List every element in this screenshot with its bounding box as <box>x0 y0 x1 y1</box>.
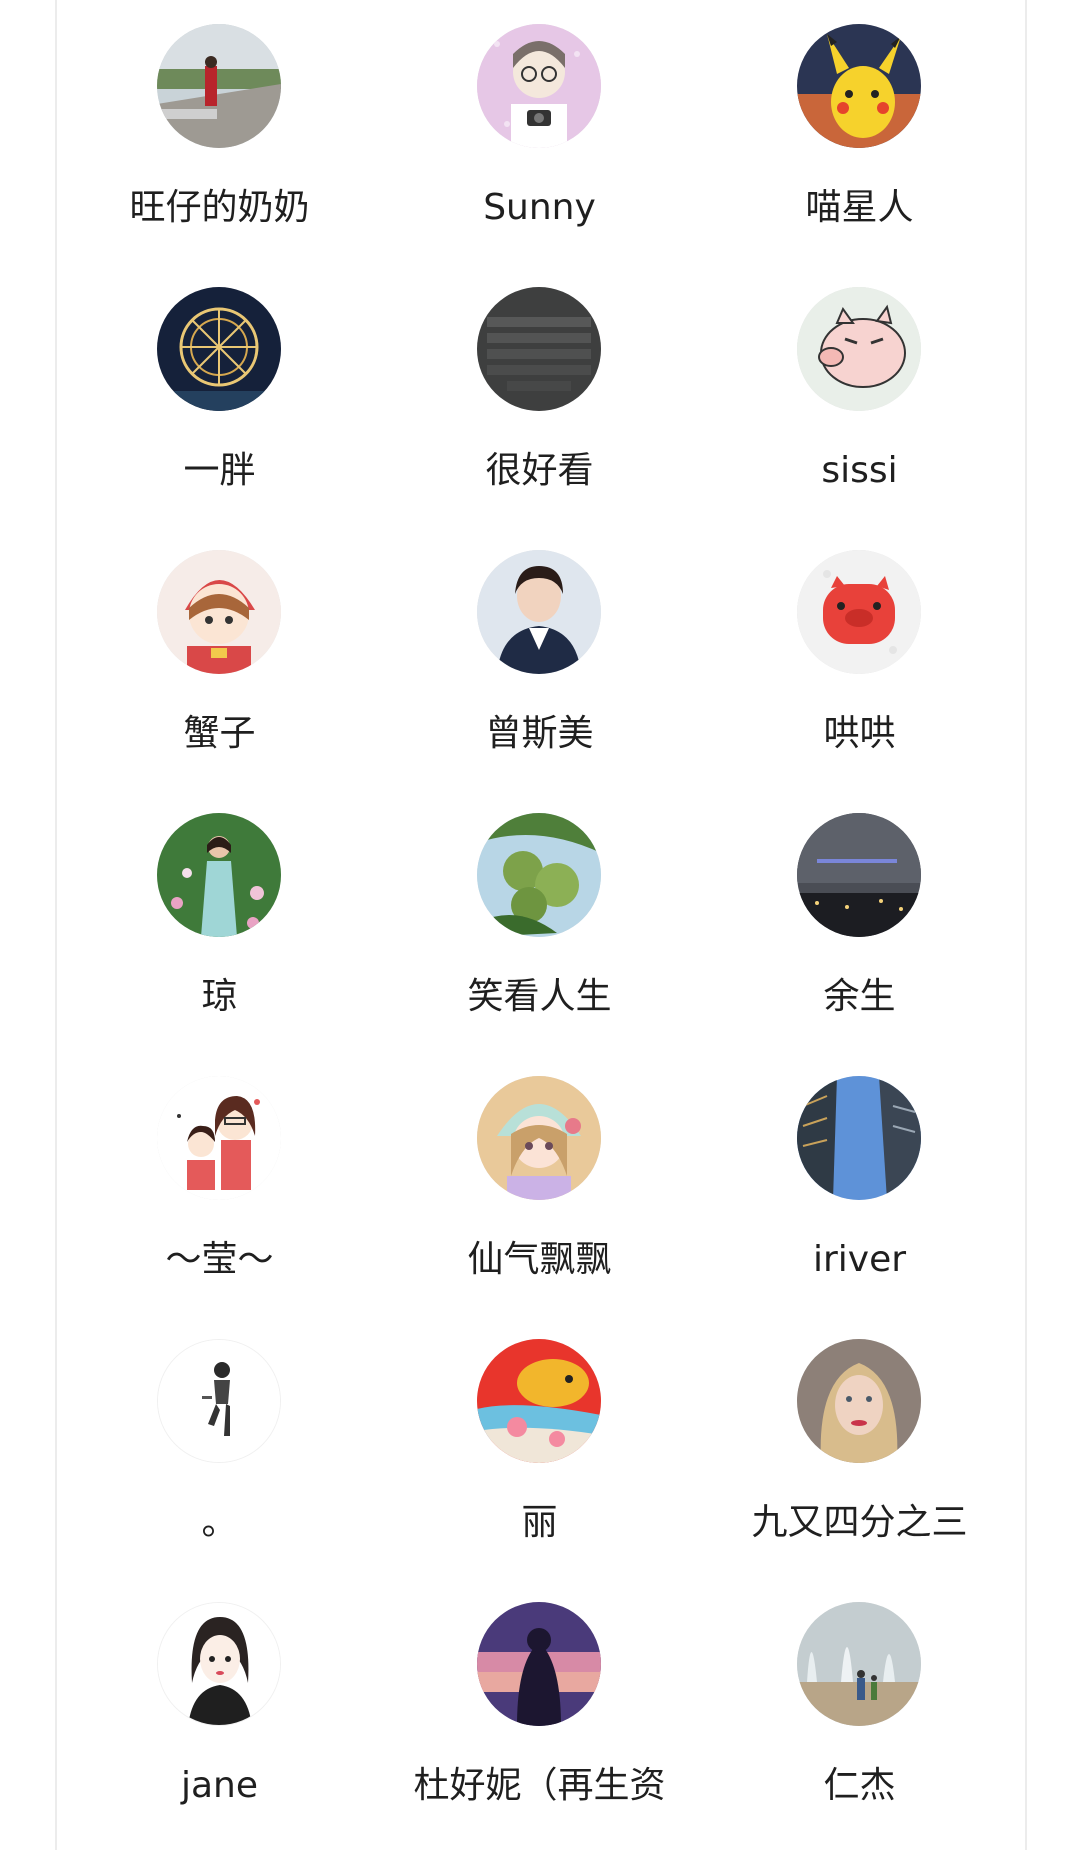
member-item[interactable]: 仙气飘飘 <box>378 1052 701 1315</box>
member-item[interactable]: 曾斯美 <box>378 526 701 789</box>
member-name: ～莹～ <box>165 1239 274 1280</box>
cartoon-girl-red-hat-avatar <box>157 550 281 674</box>
green-fruits-avatar <box>477 813 601 937</box>
member-item[interactable]: 很好看 <box>378 263 701 526</box>
member-item[interactable]: 。 <box>58 1315 381 1578</box>
light-sculpture-sphere-avatar <box>157 287 281 411</box>
member-item[interactable]: 哄哄 <box>698 526 1021 789</box>
member-item[interactable]: iriver <box>698 1052 1021 1315</box>
member-name: 一胖 <box>183 450 256 491</box>
member-name: jane <box>180 1765 259 1806</box>
member-name: 丽 <box>521 1502 558 1543</box>
woman-lakeside-photo-avatar <box>157 24 281 148</box>
member-name: 喵星人 <box>805 187 914 228</box>
woman-in-flower-field-avatar <box>157 813 281 937</box>
member-name: sissi <box>821 450 898 491</box>
member-item[interactable]: sissi <box>698 263 1021 526</box>
member-item[interactable]: 旺仔的奶奶 <box>58 0 381 263</box>
red-koi-fish-painting-avatar <box>477 1339 601 1463</box>
member-name: 九又四分之三 <box>751 1502 968 1543</box>
skyscrapers-sky-avatar <box>797 1076 921 1200</box>
member-name: 蟹子 <box>183 713 256 754</box>
member-name: 哄哄 <box>823 713 896 754</box>
member-name: 笑看人生 <box>467 976 612 1017</box>
member-item[interactable]: 笑看人生 <box>378 789 701 1052</box>
member-item[interactable]: jane <box>58 1578 381 1841</box>
sunset-silhouette-avatar <box>477 1602 601 1726</box>
member-name: 很好看 <box>485 450 594 491</box>
member-name: 曾斯美 <box>485 713 594 754</box>
member-item[interactable]: 一胖 <box>58 263 381 526</box>
keyboard-photo-avatar <box>477 287 601 411</box>
sketch-girl-sitting-avatar <box>157 1339 281 1463</box>
anime-girl-bonnet-avatar <box>477 1076 601 1200</box>
cartoon-girl-black-hair-avatar <box>157 1602 281 1726</box>
member-name: 琼 <box>201 976 238 1017</box>
member-name: Sunny <box>483 187 596 228</box>
member-item[interactable]: 喵星人 <box>698 0 1021 263</box>
red-pig-sticker-avatar <box>797 550 921 674</box>
member-item[interactable]: 蟹子 <box>58 526 381 789</box>
cartoon-girl-camera-avatar <box>477 24 601 148</box>
fountain-children-avatar <box>797 1602 921 1726</box>
blonde-woman-selfie-avatar <box>797 1339 921 1463</box>
pikachu-avatar <box>797 24 921 148</box>
member-name: 旺仔的奶奶 <box>129 187 310 228</box>
member-item[interactable]: 琼 <box>58 789 381 1052</box>
member-item[interactable]: Sunny <box>378 0 701 263</box>
member-name: 余生 <box>823 976 896 1017</box>
night-city-lights-avatar <box>797 813 921 937</box>
member-name: 。 <box>201 1502 238 1543</box>
member-name: 仁杰 <box>823 1765 896 1806</box>
member-item[interactable]: 丽 <box>378 1315 701 1578</box>
member-name: 仙气飘飘 <box>467 1239 612 1280</box>
member-name: 杜好妮（再生资 <box>413 1765 666 1806</box>
cartoon-mother-daughter-avatar <box>157 1076 281 1200</box>
member-item[interactable]: 杜好妮（再生资 <box>378 1578 701 1841</box>
member-item[interactable]: 余生 <box>698 789 1021 1052</box>
member-item[interactable]: 九又四分之三 <box>698 1315 1021 1578</box>
member-name: iriver <box>812 1239 907 1280</box>
cartoon-pig-avatar <box>797 287 921 411</box>
woman-in-suit-portrait-avatar <box>477 550 601 674</box>
member-item[interactable]: ～莹～ <box>58 1052 381 1315</box>
member-item[interactable]: 仁杰 <box>698 1578 1021 1841</box>
